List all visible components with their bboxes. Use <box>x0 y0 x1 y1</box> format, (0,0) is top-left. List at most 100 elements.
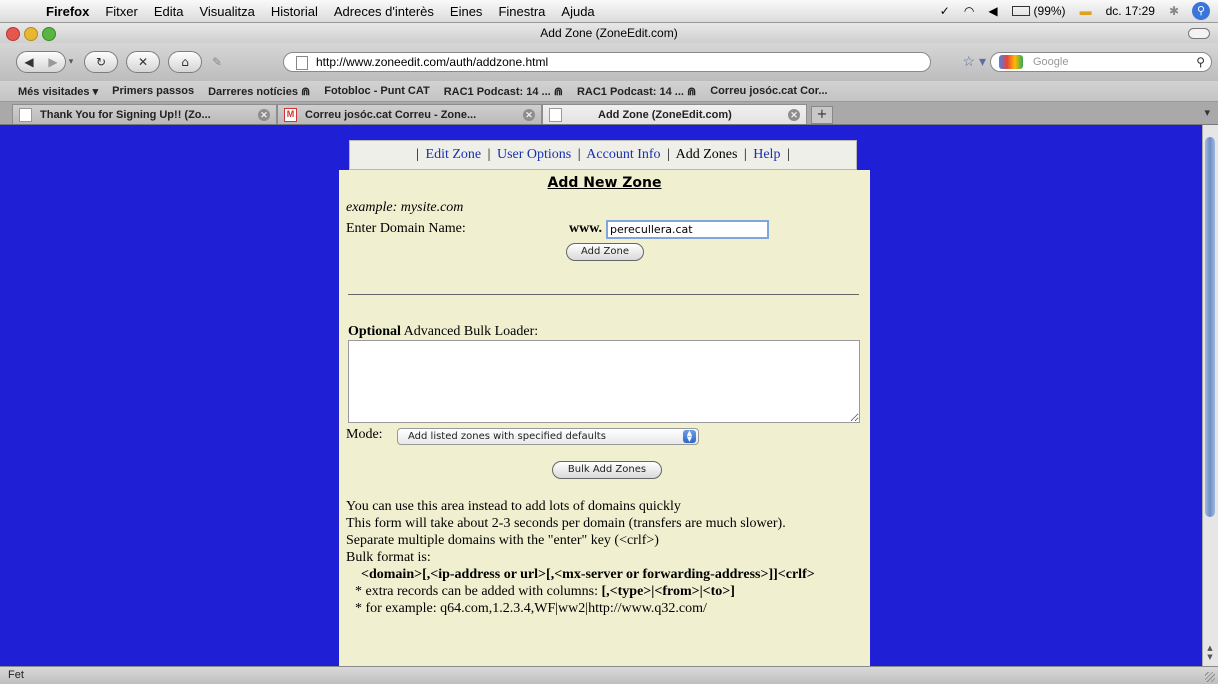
vertical-scrollbar[interactable]: ▲ ▼ <box>1202 125 1218 666</box>
volume-icon[interactable]: ◀ <box>981 4 1004 18</box>
battery-percent: (99%) <box>1033 4 1066 18</box>
bookmark-star-icon[interactable]: ☆ ▾ <box>963 52 986 70</box>
battery-indicator[interactable]: (99%) <box>1005 4 1073 18</box>
window-controls <box>6 27 56 41</box>
url-bar[interactable]: http://www.zoneedit.com/auth/addzone.htm… <box>283 52 986 72</box>
clock[interactable]: dc. 17:29 <box>1099 4 1162 18</box>
google-icon[interactable] <box>999 55 1023 69</box>
menu-bar: Firefox Fitxer Edita Visualitza Historia… <box>0 0 1218 23</box>
nav-separator: | <box>786 147 790 162</box>
bulk-help-text: You can use this area instead to add lot… <box>346 498 861 617</box>
wifi-icon[interactable]: ◠ <box>957 4 981 18</box>
status-text: Fet <box>8 669 24 681</box>
apple-icon[interactable] <box>16 2 34 20</box>
new-tab-button[interactable]: + <box>811 106 833 124</box>
optional-label: Optional <box>348 324 401 339</box>
bulk-add-zones-button[interactable]: Bulk Add Zones <box>552 461 662 479</box>
forward-arrow-icon[interactable]: ▶ <box>41 55 65 69</box>
tab-thank-you[interactable]: Thank You for Signing Up!! (Zo... ✕ <box>12 104 277 124</box>
minimize-window-button[interactable] <box>24 27 38 41</box>
mode-select[interactable]: Add listed zones with specified defaults… <box>397 428 699 445</box>
stop-button[interactable]: ✕ <box>126 51 160 73</box>
mode-label: Mode: <box>346 427 383 442</box>
bluetooth-icon[interactable]: ✓ <box>933 4 957 18</box>
example-hint: example: mysite.com <box>346 200 464 215</box>
back-forward-buttons: ◀ ▶ <box>16 51 66 73</box>
bookmark-fotobloc[interactable]: Fotobloc - Punt CAT <box>317 85 437 97</box>
bookmark-rac1-podcast-2[interactable]: RAC1 Podcast: 14 ... ⋒ <box>570 85 703 98</box>
resize-grip-icon[interactable] <box>1205 672 1215 682</box>
window-title: Add Zone (ZoneEdit.com) <box>540 26 678 40</box>
search-bar[interactable]: Google ⚲ <box>990 52 1212 72</box>
bookmarks-bar: Més visitades ▾ Primers passos Darreres … <box>0 81 1218 102</box>
history-dropdown-icon[interactable]: ▾ <box>66 57 76 67</box>
tab-label: Add Zone (ZoneEdit.com) <box>598 108 732 121</box>
nav-separator: | <box>487 147 491 162</box>
page-favicon-icon <box>549 107 562 122</box>
menu-historial[interactable]: Historial <box>263 4 326 19</box>
nav-separator: | <box>416 147 420 162</box>
reload-button[interactable]: ↻ <box>84 51 118 73</box>
back-arrow-icon[interactable]: ◀ <box>17 55 41 69</box>
bookmark-mes-visitades[interactable]: Més visitades ▾ <box>0 85 105 98</box>
bulk-loader-label: Advanced Bulk Loader: <box>400 324 539 339</box>
bookmark-rac1-podcast-1[interactable]: RAC1 Podcast: 14 ... ⋒ <box>437 85 570 98</box>
scrollbar-thumb[interactable] <box>1205 137 1215 517</box>
page-content: | Edit Zone | User Options | Account Inf… <box>0 125 1202 666</box>
toolbar-toggle-button[interactable] <box>1188 28 1210 39</box>
menu-fitxer[interactable]: Fitxer <box>97 4 146 19</box>
page-favicon-icon <box>19 107 32 122</box>
search-icon[interactable]: ⚲ <box>1196 53 1205 71</box>
add-zone-button[interactable]: Add Zone <box>566 243 644 261</box>
bluetooth-status-icon[interactable]: ✱ <box>1162 4 1186 18</box>
close-window-button[interactable] <box>6 27 20 41</box>
tab-list-icon[interactable]: ▾ <box>1204 106 1210 119</box>
nav-user-options[interactable]: User Options <box>497 147 571 162</box>
nav-account-info[interactable]: Account Info <box>586 147 660 162</box>
tab-add-zone[interactable]: Add Zone (ZoneEdit.com) ✕ <box>542 104 807 124</box>
mode-selected-value: Add listed zones with specified defaults <box>408 431 606 442</box>
menu-finestra[interactable]: Finestra <box>490 4 553 19</box>
bulk-zones-textarea[interactable] <box>348 340 860 423</box>
menu-visualitza[interactable]: Visualitza <box>191 4 262 19</box>
tab-correu[interactable]: M Correu josóc.cat Correu - Zone... ✕ <box>277 104 542 124</box>
home-icon: ⌂ <box>181 55 189 69</box>
menu-firefox[interactable]: Firefox <box>42 4 97 19</box>
nav-edit-zone[interactable]: Edit Zone <box>426 147 482 162</box>
close-tab-icon[interactable]: ✕ <box>258 108 270 121</box>
scroll-arrows-icon[interactable]: ▲ ▼ <box>1205 644 1215 662</box>
help-example: * for example: q64.com,1.2.3.4,WF|ww2|ht… <box>355 601 707 616</box>
menu-ajuda[interactable]: Ajuda <box>553 4 602 19</box>
help-line-1: You can use this area instead to add lot… <box>346 499 681 514</box>
nav-help[interactable]: Help <box>753 147 780 162</box>
menu-eines[interactable]: Eines <box>442 4 491 19</box>
bookmark-darreres-noticies[interactable]: Darreres notícies ⋒ <box>201 85 317 98</box>
help-line-3: Separate multiple domains with the "ente… <box>346 533 659 548</box>
close-tab-icon[interactable]: ✕ <box>788 108 800 121</box>
bookmark-primers-passos[interactable]: Primers passos <box>105 85 201 97</box>
help-extra-prefix: * extra records can be added with column… <box>355 584 602 599</box>
status-bar: Fet <box>0 666 1218 684</box>
spotlight-icon[interactable]: ⚲ <box>1192 2 1210 20</box>
menu-adreces[interactable]: Adreces d'interès <box>326 4 442 19</box>
app-icon[interactable]: ▬ <box>1073 4 1099 18</box>
bulk-format: <domain>[,<ip-address or url>[,<mx-serve… <box>361 567 815 582</box>
zoom-window-button[interactable] <box>42 27 56 41</box>
page-title: Add New Zone <box>547 175 662 191</box>
stop-icon: ✕ <box>137 55 149 69</box>
help-extra-records: * extra records can be added with column… <box>346 583 861 600</box>
domain-input[interactable] <box>606 220 769 239</box>
battery-icon <box>1011 6 1030 16</box>
tab-label: Correu josóc.cat Correu - Zone... <box>305 108 477 121</box>
nav-separator: | <box>667 147 670 162</box>
addon-icon[interactable]: ✎ <box>212 55 222 69</box>
url-text: http://www.zoneedit.com/auth/addzone.htm… <box>316 55 549 69</box>
home-button[interactable]: ⌂ <box>168 51 202 73</box>
help-extra-columns: [,<type>|<from>|<to>] <box>601 584 735 599</box>
www-prefix: www. <box>569 221 603 236</box>
menu-edita[interactable]: Edita <box>146 4 192 19</box>
zoneedit-nav: | Edit Zone | User Options | Account Inf… <box>349 140 857 170</box>
search-placeholder: Google <box>1033 56 1069 68</box>
close-tab-icon[interactable]: ✕ <box>523 108 535 121</box>
bookmark-correu[interactable]: Correu josóc.cat Cor... <box>703 85 834 97</box>
